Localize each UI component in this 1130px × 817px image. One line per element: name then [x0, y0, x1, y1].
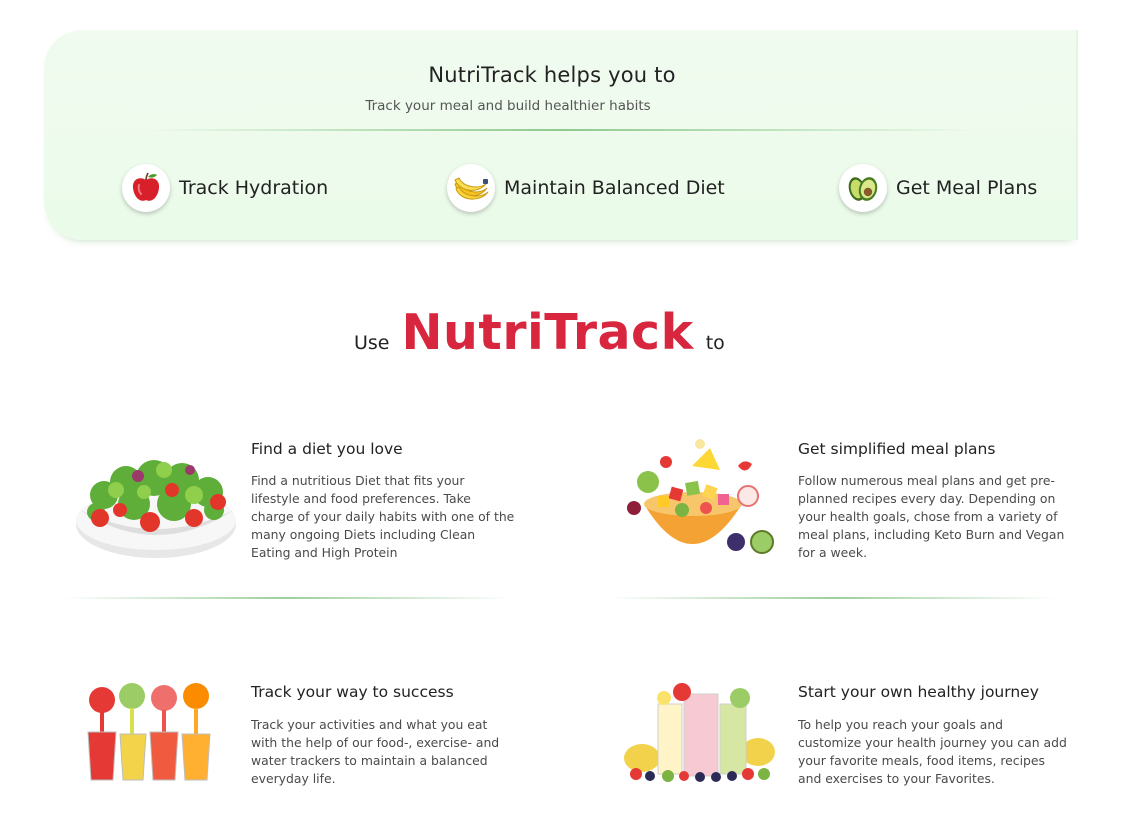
fruit-bowl-image: [627, 439, 774, 554]
benefit-track-success: Track your way to success Track your act…: [82, 676, 542, 796]
fruit-juices-image: [87, 683, 211, 781]
banana-icon: [447, 164, 495, 212]
benefit-title: Get simplified meal plans: [798, 440, 996, 458]
intro-title: NutriTrack helps you to: [428, 63, 676, 87]
benefit-title: Find a diet you love: [251, 440, 403, 458]
headline-suffix: to: [705, 332, 725, 354]
benefit-text: To help you reach your goals and customi…: [798, 717, 1067, 786]
row-divider-left: [62, 597, 512, 599]
apple-icon: [122, 164, 170, 212]
headline: Use NutriTrack to: [354, 304, 725, 374]
benefit-find-diet: Find a diet you love Find a nutritious D…: [74, 440, 544, 580]
intro-card: NutriTrack helps you to Track your meal …: [44, 30, 1078, 240]
feature-label: Get Meal Plans: [896, 177, 1038, 199]
benefit-title: Track your way to success: [251, 683, 454, 701]
benefit-text: Find a nutritious Diet that fits your li…: [251, 473, 515, 560]
row-divider-right: [608, 597, 1058, 599]
feature-track-hydration: Track Hydration: [122, 163, 328, 213]
headline-prefix: Use: [354, 332, 390, 354]
benefit-text: Track your activities and what you eat w…: [251, 717, 500, 786]
benefit-title: Start your own healthy journey: [798, 683, 1039, 701]
feature-label: Maintain Balanced Diet: [504, 177, 725, 199]
feature-meal-plans: Get Meal Plans: [839, 163, 1037, 213]
avocado-icon: [839, 164, 887, 212]
intro-divider: [144, 129, 980, 131]
intro-subtitle: Track your meal and build healthier habi…: [365, 98, 651, 114]
feature-label: Track Hydration: [179, 177, 329, 199]
headline-brand: NutriTrack: [401, 304, 694, 361]
benefit-meal-plans: Get simplified meal plans Follow numerou…: [622, 438, 1082, 578]
smoothies-image: [624, 683, 775, 782]
benefit-healthy-journey: Start your own healthy journey To help y…: [620, 676, 1090, 796]
feature-balanced-diet: Maintain Balanced Diet: [447, 163, 725, 213]
benefit-text: Follow numerous meal plans and get pre-p…: [798, 473, 1065, 560]
salad-bowl-image: [76, 460, 236, 558]
